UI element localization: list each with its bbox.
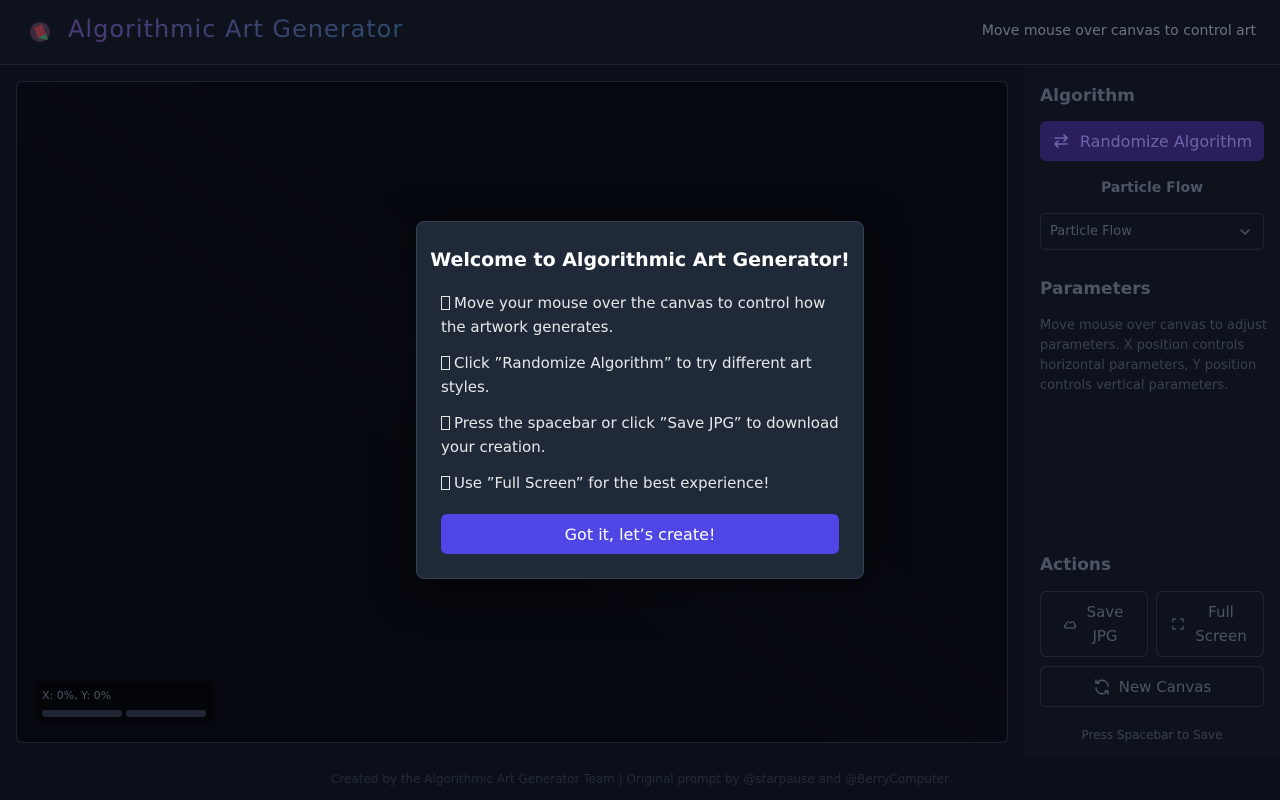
missing-glyph-icon xyxy=(441,476,450,490)
missing-glyph-icon xyxy=(441,296,450,310)
instruction-randomize-text: Click ”Randomize Algorithm” to try diffe… xyxy=(441,354,812,396)
instruction-mouse: Move your mouse over the canvas to contr… xyxy=(441,291,841,339)
welcome-dialog: Welcome to Algorithmic Art Generator! Mo… xyxy=(416,221,864,579)
got-it-button[interactable]: Got it, let’s create! xyxy=(441,514,839,554)
instruction-randomize: Click ”Randomize Algorithm” to try diffe… xyxy=(441,351,841,399)
app-root: Algorithmic Art Generator Move mouse ove… xyxy=(0,0,1280,800)
missing-glyph-icon xyxy=(441,416,450,430)
instruction-mouse-text: Move your mouse over the canvas to contr… xyxy=(441,294,826,336)
instruction-fullscreen-text: Use ”Full Screen” for the best experienc… xyxy=(454,474,770,492)
missing-glyph-icon xyxy=(441,356,450,370)
instruction-save: Press the spacebar or click ”Save JPG” t… xyxy=(441,411,841,459)
instruction-save-text: Press the spacebar or click ”Save JPG” t… xyxy=(441,414,839,456)
instruction-fullscreen: Use ”Full Screen” for the best experienc… xyxy=(441,471,841,495)
modal-overlay: Welcome to Algorithmic Art Generator! Mo… xyxy=(0,0,1280,800)
welcome-title: Welcome to Algorithmic Art Generator! xyxy=(430,249,850,271)
